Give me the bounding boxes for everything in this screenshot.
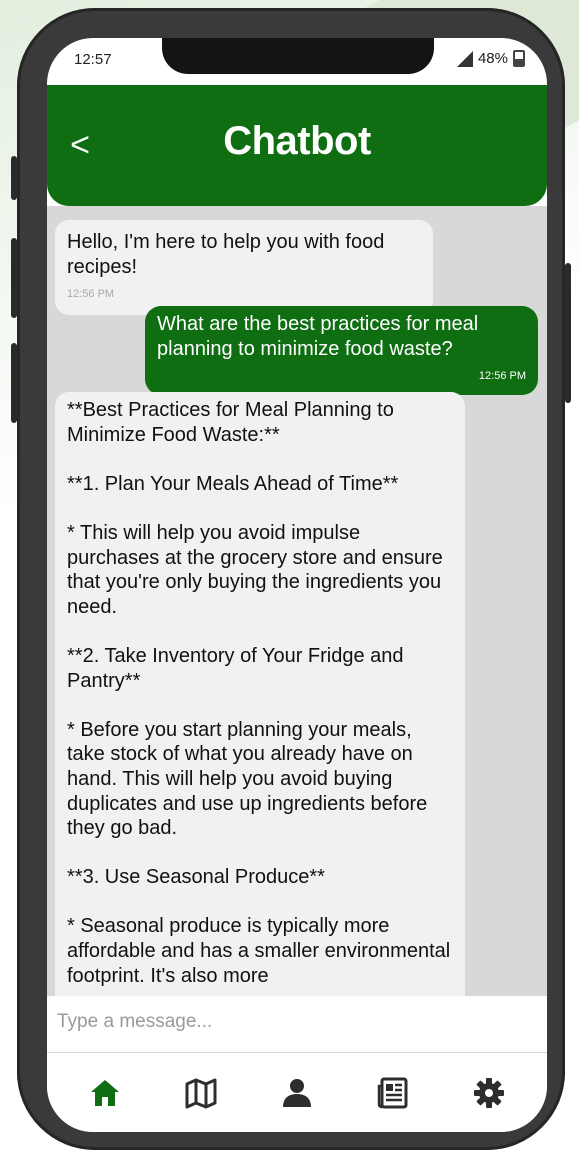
map-icon xyxy=(185,1078,217,1108)
page-title: Chatbot xyxy=(223,119,371,163)
status-indicators: 48% xyxy=(456,50,525,67)
nav-item-home[interactable] xyxy=(75,1068,135,1118)
news-icon xyxy=(377,1077,408,1108)
home-icon xyxy=(91,1079,119,1106)
message-composer xyxy=(47,996,547,1053)
phone-side-button xyxy=(11,343,17,423)
app-screen: 12:57 48% < Chatbot Hello, I'm here to h… xyxy=(47,38,547,1132)
battery-icon xyxy=(513,50,525,67)
bottom-nav xyxy=(47,1053,547,1132)
app-header: < Chatbot xyxy=(47,85,547,206)
signal-icon xyxy=(456,50,473,67)
message-text: What are the best practices for meal pla… xyxy=(157,313,484,360)
nav-item-map[interactable] xyxy=(171,1068,231,1118)
gear-icon xyxy=(474,1077,504,1108)
phone-power-button xyxy=(565,263,571,403)
battery-percent: 48% xyxy=(477,50,508,67)
phone-side-button xyxy=(11,156,17,200)
message-time: 12:56 PM xyxy=(67,288,115,300)
message-input[interactable] xyxy=(55,996,499,1048)
user-icon xyxy=(283,1078,311,1107)
chat-message-bot: Hello, I'm here to help you with food re… xyxy=(55,220,433,315)
chat-message-user: What are the best practices for meal pla… xyxy=(145,306,538,395)
nav-item-settings[interactable] xyxy=(459,1068,519,1118)
message-text: **Best Practices for Meal Planning to Mi… xyxy=(67,399,451,987)
status-time: 12:57 xyxy=(74,51,112,68)
nav-item-profile[interactable] xyxy=(267,1068,327,1118)
message-text: Hello, I'm here to help you with food re… xyxy=(67,231,390,278)
chat-area[interactable]: Hello, I'm here to help you with food re… xyxy=(47,206,547,996)
chat-message-bot: **Best Practices for Meal Planning to Mi… xyxy=(55,392,465,996)
phone-notch xyxy=(162,38,434,74)
nav-item-news[interactable] xyxy=(363,1068,423,1118)
phone-side-button xyxy=(11,238,17,318)
message-time: 12:56 PM xyxy=(478,370,526,382)
